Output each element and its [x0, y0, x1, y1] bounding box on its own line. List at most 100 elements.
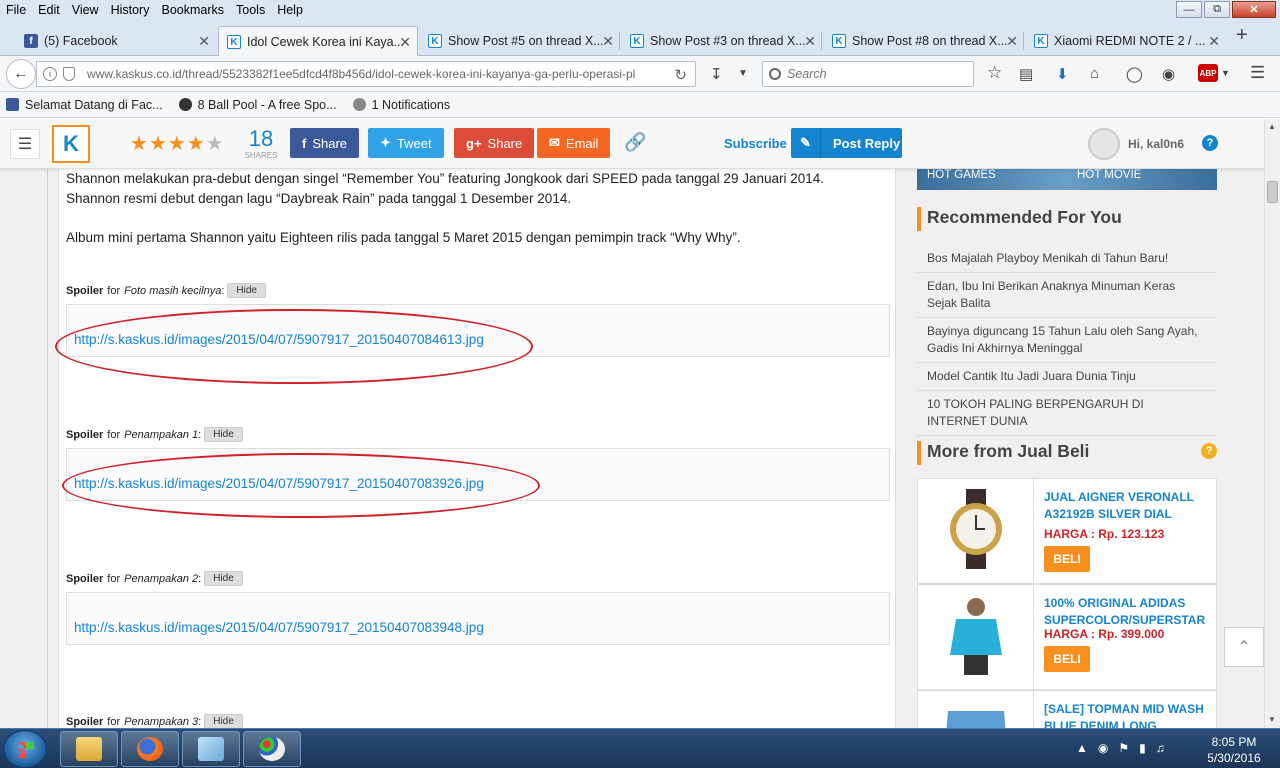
tab-facebook[interactable]: f (5) Facebook ✕: [16, 26, 216, 56]
product-title[interactable]: 100% ORIGINAL ADIDAS SUPERCOLOR/SUPERSTA…: [1044, 595, 1205, 629]
tab-close-icon[interactable]: ✕: [198, 33, 210, 50]
bookmark-8ball[interactable]: 8 Ball Pool - A free Spo...: [178, 98, 337, 112]
hamburger-menu-icon[interactable]: ☰: [1250, 63, 1265, 83]
chevron-down-icon[interactable]: ▼: [738, 68, 748, 79]
email-share-button[interactable]: ✉ Email: [537, 128, 611, 158]
scroll-down-icon[interactable]: ▼: [1268, 715, 1276, 724]
hot-games-link[interactable]: HOT GAMES: [927, 169, 996, 181]
hamburger-menu-icon[interactable]: ☰: [10, 129, 40, 159]
denim-shirt-image[interactable]: [928, 701, 1024, 728]
buy-button[interactable]: BELI: [1044, 546, 1090, 572]
recommended-item[interactable]: 10 TOKOH PALING BERPENGARUH DI INTERNET …: [917, 391, 1217, 436]
taskbar-firefox[interactable]: [121, 731, 179, 767]
reload-icon[interactable]: ↻: [674, 66, 687, 84]
user-menu[interactable]: Hi, kal0n6: [1088, 128, 1184, 160]
scroll-thumb[interactable]: [1267, 181, 1278, 203]
help-icon[interactable]: ?: [1202, 135, 1218, 151]
hot-banner[interactable]: HOT GAMES HOT MOVIE: [917, 169, 1217, 190]
back-icon[interactable]: ←: [6, 59, 36, 89]
spoiler-link[interactable]: http://s.kaskus.id/images/2015/04/07/590…: [74, 620, 484, 635]
tweet-button[interactable]: ✦ Tweet: [368, 128, 444, 158]
new-tab-icon[interactable]: +: [1236, 24, 1248, 47]
tab-close-icon[interactable]: ✕: [1006, 33, 1018, 50]
user-greeting[interactable]: Hi, kal0n6: [1128, 137, 1184, 151]
downloads-arrow-icon[interactable]: ⬇: [1056, 65, 1069, 83]
shield-icon[interactable]: [63, 67, 75, 81]
star-icon[interactable]: ★: [206, 133, 225, 155]
tab-post3[interactable]: K Show Post #3 on thread X... ✕: [622, 26, 822, 56]
menu-view[interactable]: View: [66, 3, 105, 17]
hot-movie-link[interactable]: HOT MOVIE: [1077, 169, 1141, 181]
scroll-up-icon[interactable]: ▲: [1268, 122, 1276, 131]
recommended-item[interactable]: Edan, Ibu Ini Berikan Anaknya Minuman Ke…: [917, 273, 1217, 318]
clock[interactable]: 8:05 PM 5/30/2016: [1196, 734, 1272, 766]
product-card[interactable]: 100% ORIGINAL ADIDAS SUPERCOLOR/SUPERSTA…: [917, 584, 1217, 690]
tab-post5[interactable]: K Show Post #5 on thread X... ✕: [420, 26, 620, 56]
tab-post8[interactable]: K Show Post #8 on thread X... ✕: [824, 26, 1024, 56]
menu-edit[interactable]: Edit: [32, 3, 66, 17]
star-icon[interactable]: ★: [187, 133, 206, 155]
star-icon[interactable]: ★: [168, 133, 187, 155]
rating-stars[interactable]: ★★★★★: [130, 131, 225, 156]
info-icon[interactable]: i: [43, 67, 57, 81]
menu-history[interactable]: History: [105, 3, 156, 17]
home-icon[interactable]: ⌂: [1090, 65, 1099, 82]
flag-icon[interactable]: ⚑: [1118, 741, 1129, 755]
hide-button[interactable]: Hide: [204, 714, 243, 728]
restore-icon[interactable]: ⧉: [1204, 1, 1230, 18]
scroll-to-top-icon[interactable]: ⌃: [1224, 627, 1264, 667]
hide-button[interactable]: Hide: [227, 283, 266, 298]
show-hidden-icon[interactable]: ▲: [1076, 741, 1088, 755]
post-reply-button[interactable]: ✎ Post Reply: [791, 128, 902, 158]
tab-close-icon[interactable]: ✕: [1208, 33, 1220, 50]
url-bar[interactable]: i www.kaskus.co.id/thread/5523382f1ee5df…: [36, 61, 696, 87]
chevron-down-icon[interactable]: ▼: [1221, 68, 1230, 78]
product-card[interactable]: [SALE] TOPMAN MID WASH BLUE DENIM LONG: [917, 690, 1217, 728]
pocket-icon[interactable]: ◉: [1162, 65, 1175, 83]
chat-icon[interactable]: ◯: [1126, 65, 1143, 83]
hide-button[interactable]: Hide: [204, 427, 243, 442]
tab-close-icon[interactable]: ✕: [804, 33, 816, 50]
kaskus-logo[interactable]: K: [52, 125, 90, 163]
search-input[interactable]: [787, 67, 967, 81]
volume-icon[interactable]: ♫: [1156, 741, 1165, 755]
bookmark-notifications[interactable]: 1 Notifications: [352, 98, 450, 112]
menu-file[interactable]: File: [0, 3, 32, 17]
tab-close-icon[interactable]: ✕: [602, 33, 614, 50]
facebook-share-button[interactable]: f Share: [290, 128, 360, 158]
close-icon[interactable]: ✕: [1232, 1, 1276, 18]
avatar[interactable]: [1088, 128, 1120, 160]
tab-active[interactable]: K Idol Cewek Korea ini Kaya... ✕: [218, 26, 418, 57]
menu-bookmarks[interactable]: Bookmarks: [155, 3, 230, 17]
taskbar-paint[interactable]: [243, 731, 301, 767]
tab-xiaomi[interactable]: K Xiaomi REDMI NOTE 2 / ... ✕: [1026, 26, 1226, 56]
tab-close-icon[interactable]: ✕: [399, 34, 411, 51]
signal-icon[interactable]: ▮: [1139, 741, 1146, 755]
reading-list-icon[interactable]: ▤: [1019, 65, 1033, 83]
recommended-item[interactable]: Bayinya diguncang 15 Tahun Lalu oleh San…: [917, 318, 1217, 363]
buy-button[interactable]: BELI: [1044, 646, 1090, 672]
minimize-icon[interactable]: —: [1176, 1, 1202, 18]
recommended-item[interactable]: Model Cantik Itu Jadi Juara Dunia Tinju: [917, 363, 1217, 391]
bookmark-facebook[interactable]: Selamat Datang di Fac...: [6, 98, 163, 112]
vertical-scrollbar[interactable]: ▲ ▼: [1264, 119, 1280, 728]
url-text[interactable]: www.kaskus.co.id/thread/5523382f1ee5dfcd…: [87, 67, 647, 81]
taskbar-notepad[interactable]: [182, 731, 240, 767]
link-icon[interactable]: 🔗: [624, 132, 646, 153]
star-icon[interactable]: ☆: [987, 63, 1002, 83]
product-title[interactable]: JUAL AIGNER VERONALL A32192B SILVER DIAL: [1044, 489, 1204, 523]
menu-help[interactable]: Help: [271, 3, 309, 17]
product-card[interactable]: JUAL AIGNER VERONALL A32192B SILVER DIAL…: [917, 478, 1217, 584]
gplus-share-button[interactable]: g+ Share: [454, 128, 535, 158]
help-icon[interactable]: ?: [1201, 443, 1217, 459]
search-box[interactable]: [762, 61, 974, 87]
product-title[interactable]: [SALE] TOPMAN MID WASH BLUE DENIM LONG: [1044, 701, 1204, 728]
menu-tools[interactable]: Tools: [230, 3, 271, 17]
network-tray-icon[interactable]: ◉: [1098, 741, 1108, 755]
star-icon[interactable]: ★: [149, 133, 168, 155]
watch-image[interactable]: [928, 489, 1024, 569]
taskbar-explorer[interactable]: [60, 731, 118, 767]
star-icon[interactable]: ★: [130, 133, 149, 155]
start-button[interactable]: [3, 730, 47, 768]
subscribe-link[interactable]: Subscribe: [724, 136, 787, 151]
